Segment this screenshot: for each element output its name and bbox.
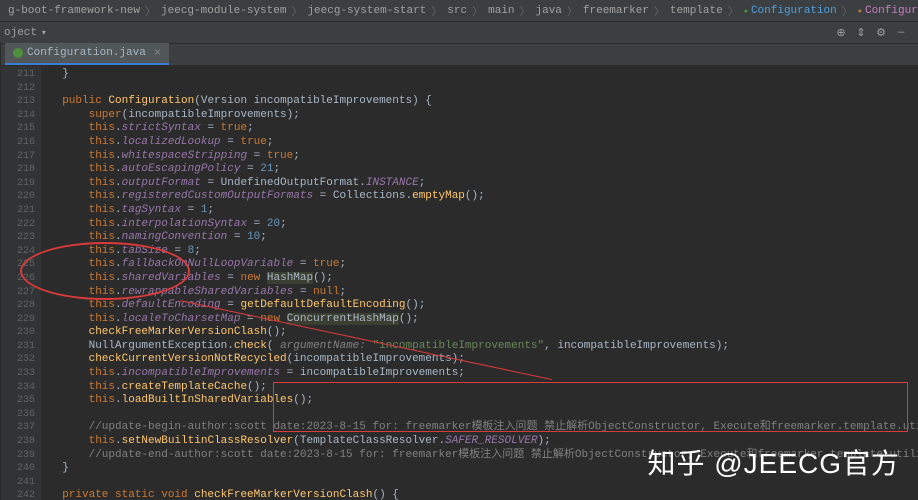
code-view[interactable]: 2112122132142152162172182192202212222232… [1, 66, 918, 500]
breadcrumb-item[interactable]: freemarker [581, 5, 651, 17]
editor-tabstrip: Configuration.java × [1, 44, 918, 66]
project-dropdown[interactable]: oject [4, 27, 46, 39]
editor-area: Configuration.java × 2112122132142152162… [1, 44, 918, 500]
code-content[interactable]: } public Configuration(Version incompati… [41, 66, 918, 500]
line-gutter: 2112122132142152162172182192202212222232… [1, 66, 41, 500]
breadcrumb-item[interactable]: jeecg-module-system [159, 5, 288, 17]
tab-title: Configuration.java [27, 47, 146, 59]
hide-icon[interactable]: — [894, 26, 908, 40]
main-area: eecg-boot-framework-new [jeecg-boot-pare… [0, 44, 918, 500]
breadcrumb-item[interactable]: main [486, 5, 516, 17]
breadcrumb-item[interactable]: java [534, 5, 564, 17]
breadcrumb-item[interactable]: template [668, 5, 725, 17]
close-icon[interactable]: × [154, 46, 161, 60]
target-icon[interactable]: ⊕ [834, 26, 848, 40]
editor-tab[interactable]: Configuration.java × [5, 43, 169, 65]
expand-icon[interactable]: ⇕ [854, 26, 868, 40]
breadcrumb-method[interactable]: Configuration [856, 5, 918, 17]
project-toolbar: oject ⊕ ⇕ ⚙ — [0, 22, 918, 44]
breadcrumb-item[interactable]: g-boot-framework-new [6, 5, 142, 17]
breadcrumb-class[interactable]: Configuration [742, 5, 839, 17]
breadcrumbs: g-boot-framework-new〉jeecg-module-system… [0, 0, 918, 22]
breadcrumb-item[interactable]: jeecg-system-start [305, 5, 428, 17]
gear-icon[interactable]: ⚙ [874, 26, 888, 40]
breadcrumb-item[interactable]: src [445, 5, 469, 17]
class-icon [13, 48, 23, 58]
